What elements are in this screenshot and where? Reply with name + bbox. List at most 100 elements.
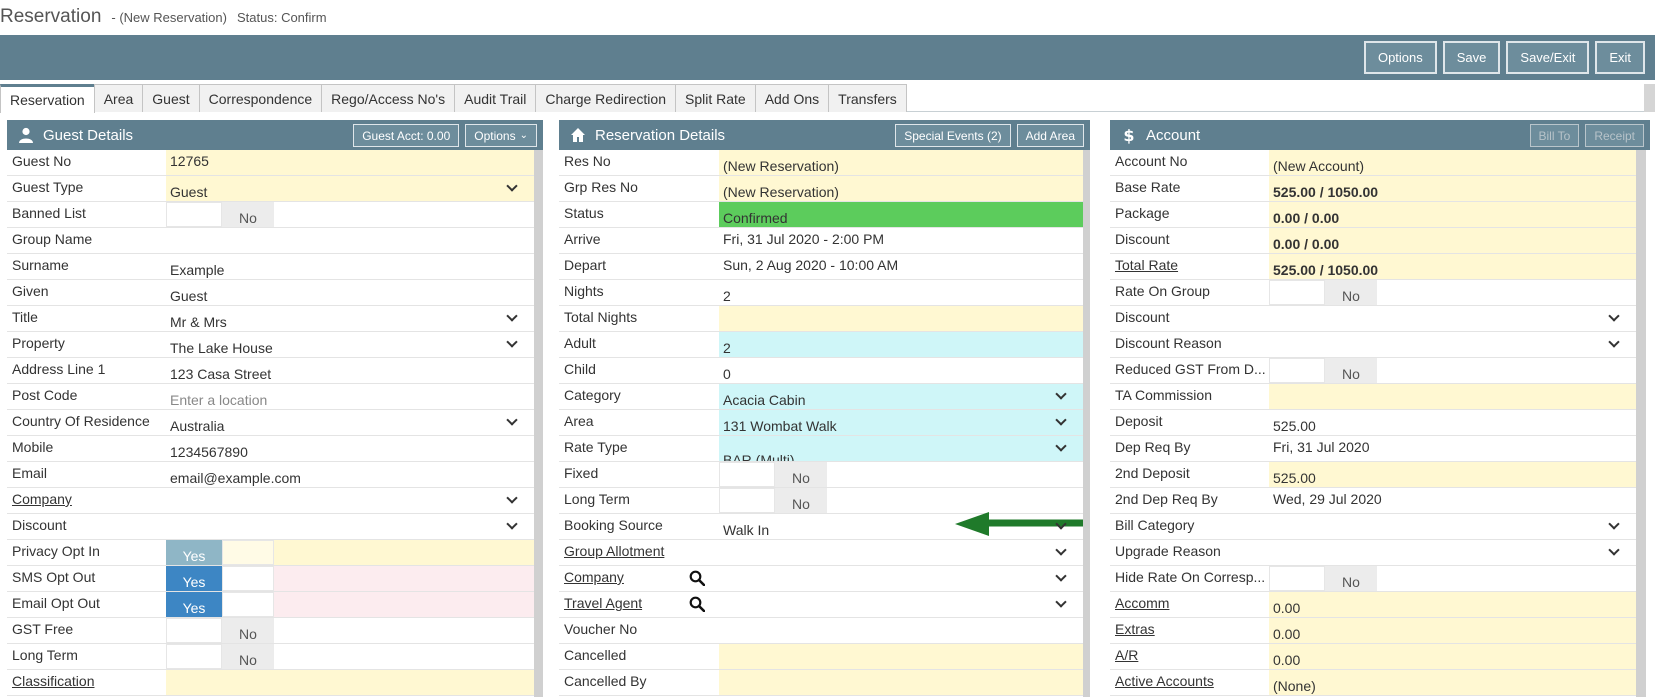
given-input[interactable]: Guest (166, 280, 534, 305)
property-select[interactable]: The Lake House (166, 332, 534, 357)
search-icon[interactable] (689, 570, 705, 586)
second-dep-req-by-input[interactable]: Wed, 29 Jul 2020 (1269, 488, 1636, 513)
save-button[interactable]: Save (1442, 41, 1501, 74)
tab-area[interactable]: Area (93, 84, 144, 112)
voucher-no-input[interactable] (719, 618, 1083, 643)
banned-list-toggle[interactable]: No (166, 202, 274, 227)
bill-to-button[interactable]: Bill To (1529, 124, 1580, 147)
tab-charge-redirection[interactable]: Charge Redirection (535, 84, 676, 112)
sms-opt-out-toggle[interactable]: Yes (166, 566, 274, 591)
discount-amount-value: 0.00 / 0.00 (1269, 228, 1636, 253)
property-label: Property (12, 335, 65, 351)
category-select[interactable]: Acacia Cabin (719, 384, 1083, 409)
tab-scroll-edge[interactable] (1644, 84, 1655, 112)
guest-options-button[interactable]: Options ⌄ (465, 124, 537, 147)
toggle-off-slot (166, 618, 222, 643)
total-rate-link[interactable]: Total Rate (1110, 254, 1269, 279)
privacy-opt-in-toggle[interactable]: Yes (166, 540, 274, 565)
toggle-no-label: No (222, 618, 274, 643)
country-select[interactable]: Australia (166, 410, 534, 435)
booking-source-select[interactable]: Walk In (719, 512, 1090, 539)
tab-correspondence[interactable]: Correspondence (198, 84, 323, 112)
second-dep-req-by-row: 2nd Dep Req By Wed, 29 Jul 2020 (1110, 488, 1636, 514)
tab-audit-trail[interactable]: Audit Trail (454, 84, 537, 112)
post-code-input[interactable]: Enter a location (166, 384, 534, 409)
adult-input[interactable]: 2 (719, 332, 1083, 357)
discount-reason-select[interactable] (1269, 332, 1636, 357)
save-exit-button[interactable]: Save/Exit (1506, 41, 1590, 74)
chevron-down-icon (506, 518, 518, 530)
exit-button[interactable]: Exit (1595, 41, 1645, 74)
extras-row: Extras 0.00 (1110, 618, 1636, 644)
company-link[interactable]: Company (7, 488, 166, 513)
bill-category-select[interactable] (1269, 514, 1636, 539)
reduced-gst-toggle[interactable]: No (1269, 358, 1377, 383)
add-area-button[interactable]: Add Area (1016, 124, 1084, 147)
fixed-toggle[interactable]: No (719, 462, 827, 487)
rate-on-group-toggle[interactable]: No (1269, 280, 1377, 305)
nights-input[interactable]: 2 (719, 280, 1083, 305)
res-company-link[interactable]: Company (559, 566, 719, 591)
group-allotment-select[interactable] (719, 540, 1083, 565)
classification-value[interactable] (166, 670, 534, 695)
title-row: Title Mr & Mrs (7, 306, 534, 332)
upgrade-reason-select[interactable] (1269, 540, 1636, 565)
special-events-button[interactable]: Special Events (2) (895, 124, 1011, 147)
email-opt-out-toggle[interactable]: Yes (166, 592, 274, 617)
discount-select[interactable] (166, 514, 534, 539)
address-line1-label: Address Line 1 (12, 361, 106, 377)
toggle-off-slot (166, 644, 222, 669)
depart-input[interactable]: Sun, 2 Aug 2020 - 10:00 AM (719, 254, 1083, 279)
res-company-select[interactable] (719, 566, 1083, 591)
guest-long-term-toggle[interactable]: No (166, 644, 274, 669)
email-input[interactable]: email@example.com (166, 462, 534, 487)
company-select[interactable] (166, 488, 534, 513)
hide-rate-toggle[interactable]: No (1269, 566, 1377, 591)
extras-link[interactable]: Extras (1110, 618, 1269, 643)
area-select[interactable]: 131 Wombat Walk (719, 410, 1083, 435)
address-line1-input[interactable]: 123 Casa Street (166, 358, 534, 383)
dep-req-by-input[interactable]: Fri, 31 Jul 2020 (1269, 436, 1636, 461)
gst-free-toggle[interactable]: No (166, 618, 274, 643)
rate-type-select[interactable]: BAR (Multi) (719, 436, 1083, 461)
rate-on-group-label: Rate On Group (1115, 283, 1210, 299)
group-allotment-link[interactable]: Group Allotment (559, 540, 719, 565)
toggle-no-label: No (775, 488, 827, 513)
active-accounts-link[interactable]: Active Accounts (1110, 670, 1269, 695)
toggle-no-label: No (222, 202, 274, 227)
reservation-panel-scrollbar[interactable] (1083, 150, 1090, 697)
second-deposit-input[interactable]: 525.00 (1269, 462, 1636, 487)
mobile-input[interactable]: 1234567890 (166, 436, 534, 461)
guest-type-select[interactable]: Guest (166, 176, 534, 201)
banned-list-row: Banned List No (7, 202, 534, 228)
acct-discount-select[interactable] (1269, 306, 1636, 331)
deposit-input[interactable]: 525.00 (1269, 410, 1636, 435)
tab-split-rate[interactable]: Split Rate (674, 84, 756, 112)
tab-rego-access[interactable]: Rego/Access No's (321, 84, 456, 112)
second-dep-req-by-label: 2nd Dep Req By (1115, 491, 1218, 507)
res-long-term-toggle[interactable]: No (719, 488, 827, 513)
travel-agent-link[interactable]: Travel Agent (559, 592, 719, 617)
child-input[interactable]: 0 (719, 358, 1083, 383)
receipt-button[interactable]: Receipt (1585, 124, 1644, 147)
status-value[interactable]: Confirmed (719, 202, 1083, 227)
travel-agent-select[interactable] (719, 592, 1083, 617)
account-panel-scrollbar[interactable] (1636, 150, 1646, 697)
ar-link[interactable]: A/R (1110, 644, 1269, 669)
guest-panel-scrollbar[interactable] (534, 150, 543, 697)
guest-acct-button[interactable]: Guest Acct: 0.00 (353, 124, 460, 147)
tab-reservation[interactable]: Reservation (0, 84, 95, 113)
surname-input[interactable]: Example (166, 254, 534, 279)
group-name-input[interactable] (166, 228, 534, 253)
tab-guest[interactable]: Guest (142, 84, 200, 112)
search-icon[interactable] (689, 596, 705, 612)
title-select[interactable]: Mr & Mrs (166, 306, 534, 331)
tab-add-ons[interactable]: Add Ons (754, 84, 830, 112)
tab-transfers[interactable]: Transfers (828, 84, 907, 112)
options-button[interactable]: Options (1363, 41, 1437, 74)
surname-label: Surname (12, 257, 69, 273)
accomm-link[interactable]: Accomm (1110, 592, 1269, 617)
guest-no-label: Guest No (12, 153, 72, 169)
classification-link[interactable]: Classification (7, 670, 166, 695)
arrive-input[interactable]: Fri, 31 Jul 2020 - 2:00 PM (719, 228, 1083, 253)
